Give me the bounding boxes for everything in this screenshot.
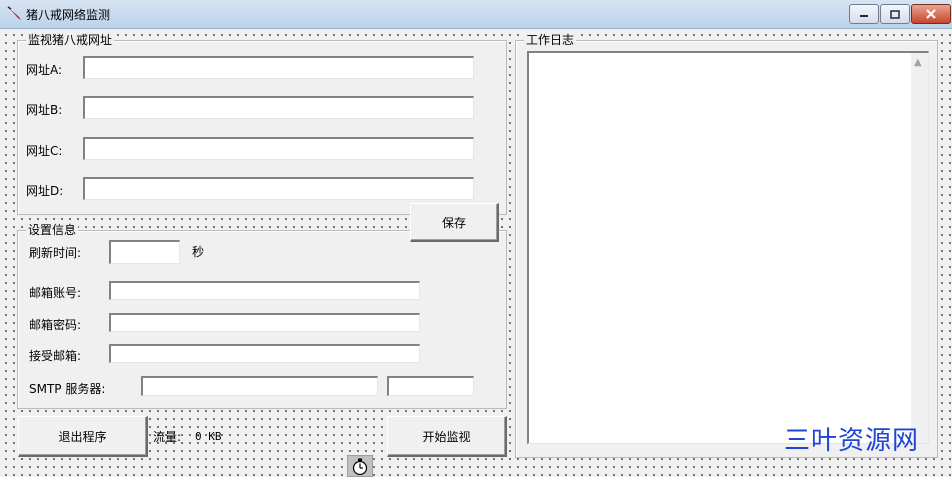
url-a-input[interactable] [83, 56, 474, 79]
monitor-urls-group-title: 监视猪八戒网址 [26, 33, 115, 47]
scroll-up-icon[interactable]: ▲ [914, 57, 922, 68]
app-brush-icon [7, 6, 21, 20]
minimize-button[interactable] [849, 4, 879, 24]
maximize-icon [890, 9, 900, 19]
email-account-input[interactable] [109, 281, 420, 300]
window-title: 猪八戒网络监测 [26, 8, 111, 22]
client-area: 监视猪八戒网址 网址A: 网址B: 网址C: 网址D: 设置信息 刷新时间: 秒… [0, 29, 952, 477]
smtp-server-input[interactable] [141, 376, 378, 396]
traffic-value: 0 KB [195, 430, 222, 443]
receive-email-label: 接受邮箱: [29, 349, 82, 363]
email-password-label: 邮箱密码: [29, 318, 82, 332]
close-button[interactable] [911, 4, 951, 24]
email-password-input[interactable] [109, 313, 420, 332]
maximize-button[interactable] [880, 4, 910, 24]
smtp-server-label: SMTP 服务器: [29, 382, 106, 396]
settings-group-title: 设置信息 [26, 223, 79, 237]
url-d-label: 网址D: [26, 184, 64, 198]
url-b-label: 网址B: [26, 103, 63, 117]
url-b-input[interactable] [83, 96, 474, 119]
smtp-port-input[interactable] [387, 376, 474, 396]
refresh-time-input[interactable] [109, 240, 180, 264]
watermark-text: 三叶资源网 [784, 426, 920, 456]
title-bar[interactable]: 猪八戒网络监测 [0, 0, 952, 29]
stopwatch-icon [347, 455, 373, 477]
start-monitor-button[interactable]: 开始监视 [387, 416, 507, 457]
url-a-label: 网址A: [26, 63, 63, 77]
refresh-unit-label: 秒 [192, 245, 205, 259]
url-d-input[interactable] [83, 177, 474, 200]
exit-button[interactable]: 退出程序 [18, 416, 148, 457]
save-button[interactable]: 保存 [410, 203, 499, 242]
minimize-icon [860, 15, 868, 17]
work-log-textarea[interactable]: ▲ [527, 51, 929, 444]
url-c-input[interactable] [83, 137, 474, 160]
close-icon [926, 9, 936, 19]
log-scrollbar[interactable]: ▲ [911, 53, 928, 443]
url-c-label: 网址C: [26, 144, 63, 158]
receive-email-input[interactable] [109, 344, 420, 363]
work-log-group-title: 工作日志 [524, 33, 577, 47]
email-account-label: 邮箱账号: [29, 286, 82, 300]
traffic-label: 流量: [153, 430, 182, 444]
refresh-time-label: 刷新时间: [29, 246, 82, 260]
